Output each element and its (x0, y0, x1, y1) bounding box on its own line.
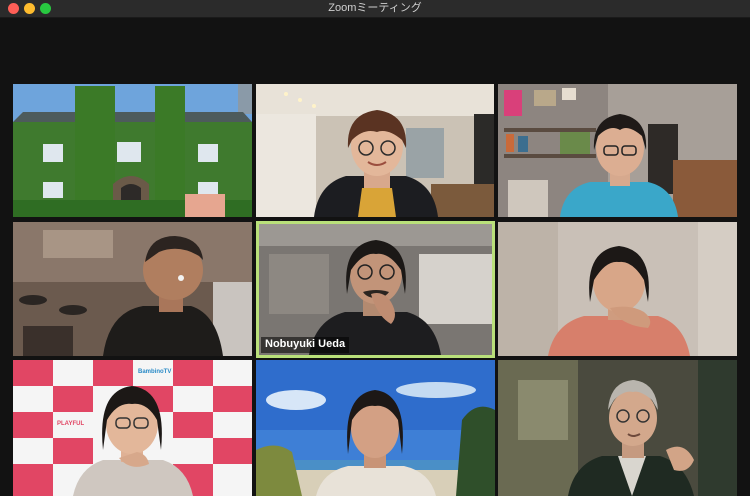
video-feed (256, 360, 495, 496)
gallery-view: Nobuyuki Ueda BambinoTV PLAYFUL (0, 18, 750, 496)
video-feed (259, 224, 492, 355)
video-feed (13, 222, 252, 356)
video-tile-active-speaker[interactable]: Nobuyuki Ueda (256, 221, 495, 358)
participant-name-label: Nobuyuki Ueda (261, 337, 350, 353)
video-feed (498, 360, 737, 496)
video-tile-woman-beach[interactable] (256, 360, 495, 496)
video-feed (498, 222, 737, 356)
video-tile-man-side-profile[interactable] (13, 222, 252, 356)
video-tile-man-headset[interactable] (498, 360, 737, 496)
video-feed (13, 360, 252, 496)
video-tile-woman-hand-on-chin[interactable] (498, 222, 737, 356)
backdrop-logo-text: BambinoTV (138, 369, 172, 375)
video-feed (256, 84, 494, 217)
backdrop-logo-text: PLAYFUL (57, 421, 85, 427)
video-tile-woman-blue-sweater[interactable] (498, 84, 737, 217)
window-title: Zoomミーティング (328, 2, 422, 14)
window-titlebar: Zoomミーティング (0, 0, 750, 18)
video-feed (498, 84, 737, 217)
video-feed (13, 84, 252, 217)
video-tile-woman-logo-backdrop[interactable]: BambinoTV PLAYFUL (13, 360, 252, 496)
video-tile-woman-mustard-top[interactable] (256, 84, 494, 217)
video-tile-campus-building[interactable] (13, 84, 252, 217)
